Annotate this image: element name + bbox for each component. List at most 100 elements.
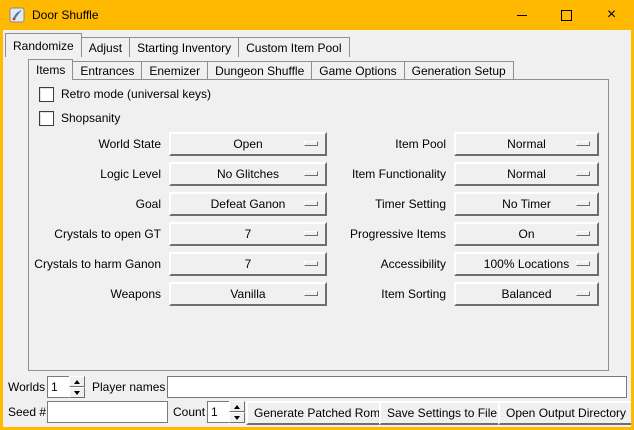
count-spin-up-button[interactable] xyxy=(229,401,245,412)
worlds-input[interactable] xyxy=(47,376,69,398)
weapons-dropdown[interactable]: Vanilla xyxy=(169,282,327,306)
worlds-spin-up-button[interactable] xyxy=(69,376,85,387)
tab-randomize[interactable]: Randomize xyxy=(5,33,82,57)
retro-mode-checkbox-row[interactable]: Retro mode (universal keys) xyxy=(39,86,211,102)
tab-label: Generation Setup xyxy=(412,64,506,78)
sub-tab-bar: Items Entrances Enemizer Dungeon Shuffle… xyxy=(28,59,514,79)
dropdown-value: 7 xyxy=(245,227,252,241)
seed-label: Seed # xyxy=(8,401,46,423)
worlds-label: Worlds xyxy=(8,376,45,398)
timer-setting-dropdown[interactable]: No Timer xyxy=(454,192,599,216)
open-output-directory-button[interactable]: Open Output Directory xyxy=(498,401,634,425)
spin-down-icon xyxy=(234,416,240,420)
player-names-input[interactable] xyxy=(167,376,627,398)
dropdown-indicator-icon xyxy=(304,201,318,206)
dropdown-value: No Glitches xyxy=(217,167,279,181)
dropdown-indicator-icon xyxy=(304,171,318,176)
tab-adjust[interactable]: Adjust xyxy=(81,37,130,57)
dropdown-indicator-icon xyxy=(304,261,318,266)
dropdown-value: Vanilla xyxy=(230,287,265,301)
dropdown-indicator-icon xyxy=(576,231,590,236)
window-border-left xyxy=(0,30,3,430)
subtab-game-options[interactable]: Game Options xyxy=(311,61,404,79)
dropdown-indicator-icon xyxy=(304,231,318,236)
crystals-ganon-dropdown[interactable]: 7 xyxy=(169,252,327,276)
dropdown-indicator-icon xyxy=(576,201,590,206)
count-spin-down-button[interactable] xyxy=(229,412,245,423)
world-state-row: World State Open xyxy=(29,132,327,156)
seed-input[interactable] xyxy=(47,401,168,423)
accessibility-label: Accessibility xyxy=(326,257,454,271)
item-functionality-row: Item Functionality Normal xyxy=(326,162,599,186)
subtab-items[interactable]: Items xyxy=(28,59,73,80)
tab-custom-item-pool[interactable]: Custom Item Pool xyxy=(238,37,349,57)
crystals-gt-row: Crystals to open GT 7 xyxy=(29,222,327,246)
tab-label: Enemizer xyxy=(149,64,200,78)
app-icon xyxy=(9,7,25,23)
count-spinner xyxy=(207,401,245,423)
retro-mode-checkbox[interactable] xyxy=(39,87,54,102)
spin-up-icon xyxy=(74,380,80,384)
timer-setting-label: Timer Setting xyxy=(326,197,454,211)
crystals-ganon-row: Crystals to harm Ganon 7 xyxy=(29,252,327,276)
subtab-entrances[interactable]: Entrances xyxy=(72,61,142,79)
item-functionality-label: Item Functionality xyxy=(326,167,454,181)
world-state-label: World State xyxy=(29,137,169,151)
crystals-ganon-label: Crystals to harm Ganon xyxy=(29,257,169,271)
shopsanity-checkbox-row[interactable]: Shopsanity xyxy=(39,110,120,126)
minimize-icon xyxy=(517,15,527,16)
checkbox-label: Retro mode (universal keys) xyxy=(61,87,211,101)
accessibility-dropdown[interactable]: 100% Locations xyxy=(454,252,599,276)
item-pool-dropdown[interactable]: Normal xyxy=(454,132,599,156)
dropdown-value: Balanced xyxy=(501,287,551,301)
generate-patched-rom-button[interactable]: Generate Patched Rom xyxy=(246,401,388,425)
logic-level-dropdown[interactable]: No Glitches xyxy=(169,162,327,186)
count-spin-buttons xyxy=(229,401,245,423)
tab-label: Game Options xyxy=(319,64,396,78)
timer-setting-row: Timer Setting No Timer xyxy=(326,192,599,216)
dropdown-indicator-icon xyxy=(576,141,590,146)
weapons-row: Weapons Vanilla xyxy=(29,282,327,306)
maximize-icon xyxy=(561,10,572,21)
goal-label: Goal xyxy=(29,197,169,211)
progressive-items-dropdown[interactable]: On xyxy=(454,222,599,246)
dropdown-value: No Timer xyxy=(502,197,551,211)
item-sorting-dropdown[interactable]: Balanced xyxy=(454,282,599,306)
close-button[interactable]: × xyxy=(589,0,634,30)
main-tab-bar: Randomize Adjust Starting Inventory Cust… xyxy=(5,33,350,57)
spin-down-icon xyxy=(74,391,80,395)
tab-label: Dungeon Shuffle xyxy=(215,64,304,78)
tab-label: Starting Inventory xyxy=(137,41,231,55)
tab-starting-inventory[interactable]: Starting Inventory xyxy=(129,37,239,57)
dropdown-value: Normal xyxy=(507,137,546,151)
items-pane: Retro mode (universal keys) Shopsanity W… xyxy=(28,79,609,371)
maximize-button[interactable] xyxy=(544,0,589,30)
door-shuffle-window: Door Shuffle × Randomize Adjust Starting… xyxy=(0,0,634,430)
close-icon: × xyxy=(607,7,616,23)
count-input[interactable] xyxy=(207,401,229,423)
tab-label: Adjust xyxy=(89,41,122,55)
item-sorting-row: Item Sorting Balanced xyxy=(326,282,599,306)
dropdown-value: 100% Locations xyxy=(484,257,569,271)
dropdown-value: Normal xyxy=(507,167,546,181)
shopsanity-checkbox[interactable] xyxy=(39,111,54,126)
count-label: Count xyxy=(173,401,205,423)
progressive-items-label: Progressive Items xyxy=(326,227,454,241)
subtab-enemizer[interactable]: Enemizer xyxy=(141,61,208,79)
goal-dropdown[interactable]: Defeat Ganon xyxy=(169,192,327,216)
subtab-dungeon-shuffle[interactable]: Dungeon Shuffle xyxy=(207,61,312,79)
goal-row: Goal Defeat Ganon xyxy=(29,192,327,216)
tab-label: Randomize xyxy=(13,39,74,53)
tab-label: Entrances xyxy=(80,64,134,78)
save-settings-button[interactable]: Save Settings to File xyxy=(379,401,505,425)
dropdown-indicator-icon xyxy=(304,291,318,296)
item-functionality-dropdown[interactable]: Normal xyxy=(454,162,599,186)
subtab-generation-setup[interactable]: Generation Setup xyxy=(404,61,514,79)
worlds-spin-down-button[interactable] xyxy=(69,387,85,398)
crystals-gt-label: Crystals to open GT xyxy=(29,227,169,241)
minimize-button[interactable] xyxy=(499,0,544,30)
dropdown-indicator-icon xyxy=(576,261,590,266)
crystals-gt-dropdown[interactable]: 7 xyxy=(169,222,327,246)
accessibility-row: Accessibility 100% Locations xyxy=(326,252,599,276)
world-state-dropdown[interactable]: Open xyxy=(169,132,327,156)
